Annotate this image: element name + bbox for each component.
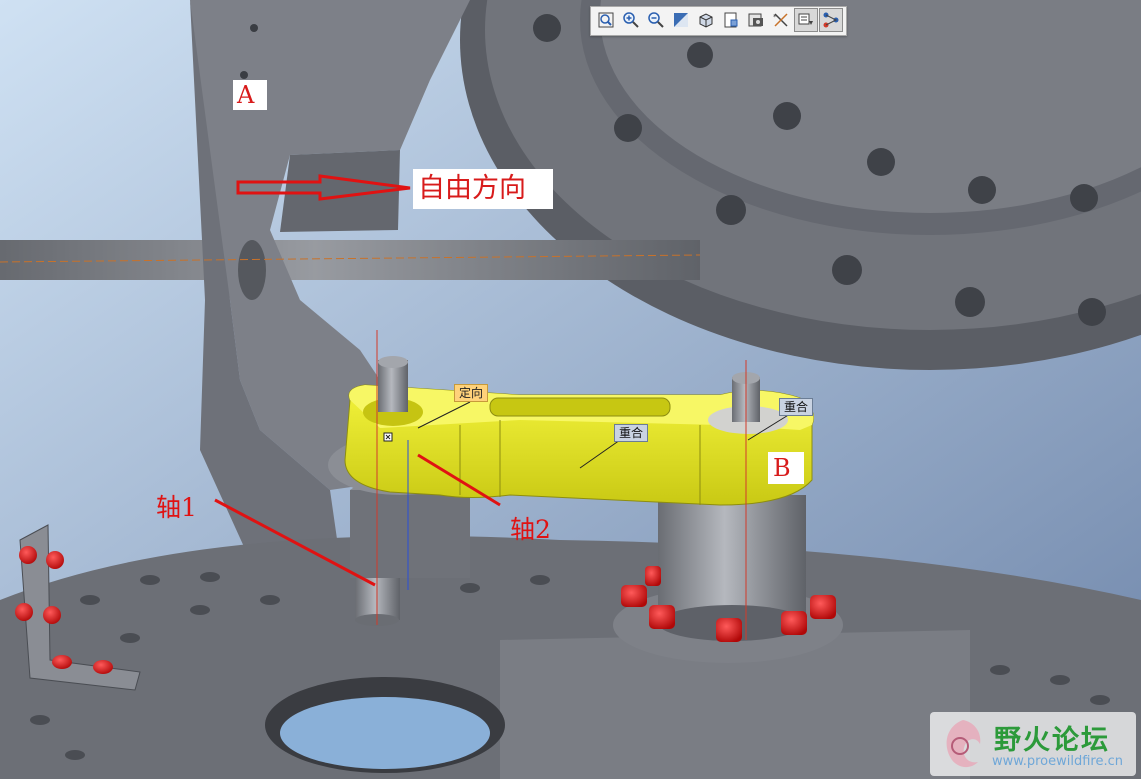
label-part-a: A <box>233 80 267 110</box>
zoom-out-icon <box>648 12 664 28</box>
model-viewport[interactable]: * A 自由方向 B 轴1 轴2 定向 重合 重合 野火论坛 www.proew… <box>0 0 1141 779</box>
datum-display-button[interactable]: * <box>769 8 793 32</box>
saved-views-icon <box>724 12 738 28</box>
zoom-out-button[interactable] <box>644 8 668 32</box>
refit-button[interactable] <box>594 8 618 32</box>
zoom-in-icon <box>623 12 639 28</box>
watermark-title: 野火论坛 <box>994 725 1110 756</box>
cross-shaft <box>0 240 700 280</box>
view-manager-button[interactable] <box>744 8 768 32</box>
constraint-tag-coincident[interactable]: 重合 <box>614 424 649 442</box>
repaint-icon <box>674 13 688 27</box>
datum-display-icon: * <box>773 13 788 27</box>
label-part-b: B <box>768 452 804 484</box>
view-toolbar: * <box>590 6 847 36</box>
label-free-direction: 自由方向 <box>413 169 553 209</box>
refit-icon <box>598 12 614 28</box>
wildfire-logo-icon <box>946 720 981 768</box>
forum-watermark: 野火论坛 www.proewildfire.cn <box>930 712 1136 776</box>
constraint-tag-orient[interactable]: 定向 <box>454 384 489 402</box>
assembly-model-scene <box>0 0 1141 779</box>
repaint-button[interactable] <box>669 8 693 32</box>
label-axis-2: 轴2 <box>510 515 551 544</box>
constraint-display-icon <box>823 12 839 28</box>
display-style-button[interactable] <box>694 8 718 32</box>
view-manager-icon <box>748 13 763 27</box>
zoom-in-button[interactable] <box>619 8 643 32</box>
label-axis-1: 轴1 <box>156 493 197 522</box>
saved-views-button[interactable] <box>719 8 743 32</box>
constraint-display-button[interactable] <box>819 8 843 32</box>
constraint-tag-coincident[interactable]: 重合 <box>779 398 814 416</box>
display-style-icon <box>699 13 713 28</box>
svg-text:*: * <box>773 13 777 21</box>
component-display-icon <box>798 13 813 25</box>
component-display-button[interactable] <box>794 8 818 32</box>
watermark-url: www.proewildfire.cn <box>992 754 1123 769</box>
